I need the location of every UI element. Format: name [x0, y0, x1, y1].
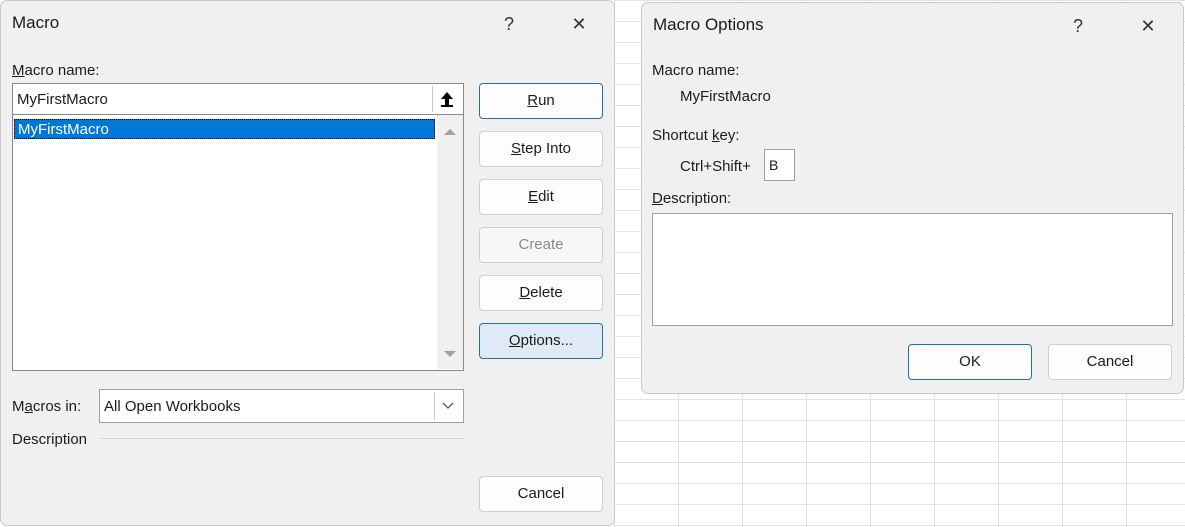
macro-name-label: Macro name:: [12, 62, 100, 79]
step-into-button[interactable]: Step Into: [479, 131, 603, 167]
description-divider: [99, 438, 464, 439]
macro-dialog-titlebar: Macro ? ✕: [1, 1, 614, 45]
shortcut-prefix: Ctrl+Shift+: [680, 158, 751, 175]
collapse-button[interactable]: [432, 86, 461, 112]
options-close-button[interactable]: ✕: [1134, 13, 1162, 39]
list-item-label: MyFirstMacro: [18, 121, 109, 138]
shortcut-key-input[interactable]: B: [764, 149, 795, 181]
chevron-down-icon: [442, 402, 454, 409]
shortcut-key-value: B: [769, 157, 779, 173]
close-button[interactable]: ✕: [565, 11, 593, 37]
macro-options-dialog: Macro Options ? ✕ Macro name: MyFirstMac…: [641, 2, 1184, 394]
macros-in-label: Macros in:: [12, 398, 82, 415]
description-label: Description: [12, 431, 88, 448]
description-textarea[interactable]: [652, 213, 1173, 326]
edit-button[interactable]: Edit: [479, 179, 603, 215]
run-button[interactable]: Run: [479, 83, 603, 119]
options-help-button[interactable]: ?: [1064, 13, 1092, 39]
options-macro-name-label: Macro name:: [652, 62, 740, 79]
upload-arrow-icon: [441, 92, 453, 107]
macro-dialog: Macro ? ✕ Macro name: MyFirstMacro MyFir…: [0, 0, 615, 526]
scroll-up-arrow-icon[interactable]: [437, 121, 463, 141]
dropdown-button[interactable]: [434, 392, 461, 420]
list-scrollbar[interactable]: [437, 115, 463, 369]
create-button[interactable]: Create: [479, 227, 603, 263]
options-button[interactable]: Options...: [479, 323, 603, 359]
macro-name-field[interactable]: MyFirstMacro: [12, 83, 464, 115]
options-dialog-titlebar: Macro Options ? ✕: [642, 3, 1183, 47]
help-button[interactable]: ?: [495, 11, 523, 37]
macros-in-value: All Open Workbooks: [104, 398, 241, 415]
macro-name-value: MyFirstMacro: [17, 91, 108, 108]
shortcut-key-label: Shortcut key:: [652, 127, 740, 144]
delete-button[interactable]: Delete: [479, 275, 603, 311]
list-item[interactable]: MyFirstMacro: [14, 119, 435, 139]
scroll-down-arrow-icon[interactable]: [437, 345, 463, 365]
options-dialog-title: Macro Options: [653, 15, 764, 34]
options-macro-name-value: MyFirstMacro: [680, 88, 771, 105]
cancel-button[interactable]: Cancel: [479, 476, 603, 512]
macros-in-select[interactable]: All Open Workbooks: [99, 389, 464, 423]
ok-button[interactable]: OK: [908, 344, 1032, 380]
macro-dialog-title: Macro: [12, 13, 60, 32]
options-description-label: Description:: [652, 190, 732, 207]
options-cancel-button[interactable]: Cancel: [1048, 344, 1172, 380]
macro-list[interactable]: MyFirstMacro: [12, 115, 464, 371]
